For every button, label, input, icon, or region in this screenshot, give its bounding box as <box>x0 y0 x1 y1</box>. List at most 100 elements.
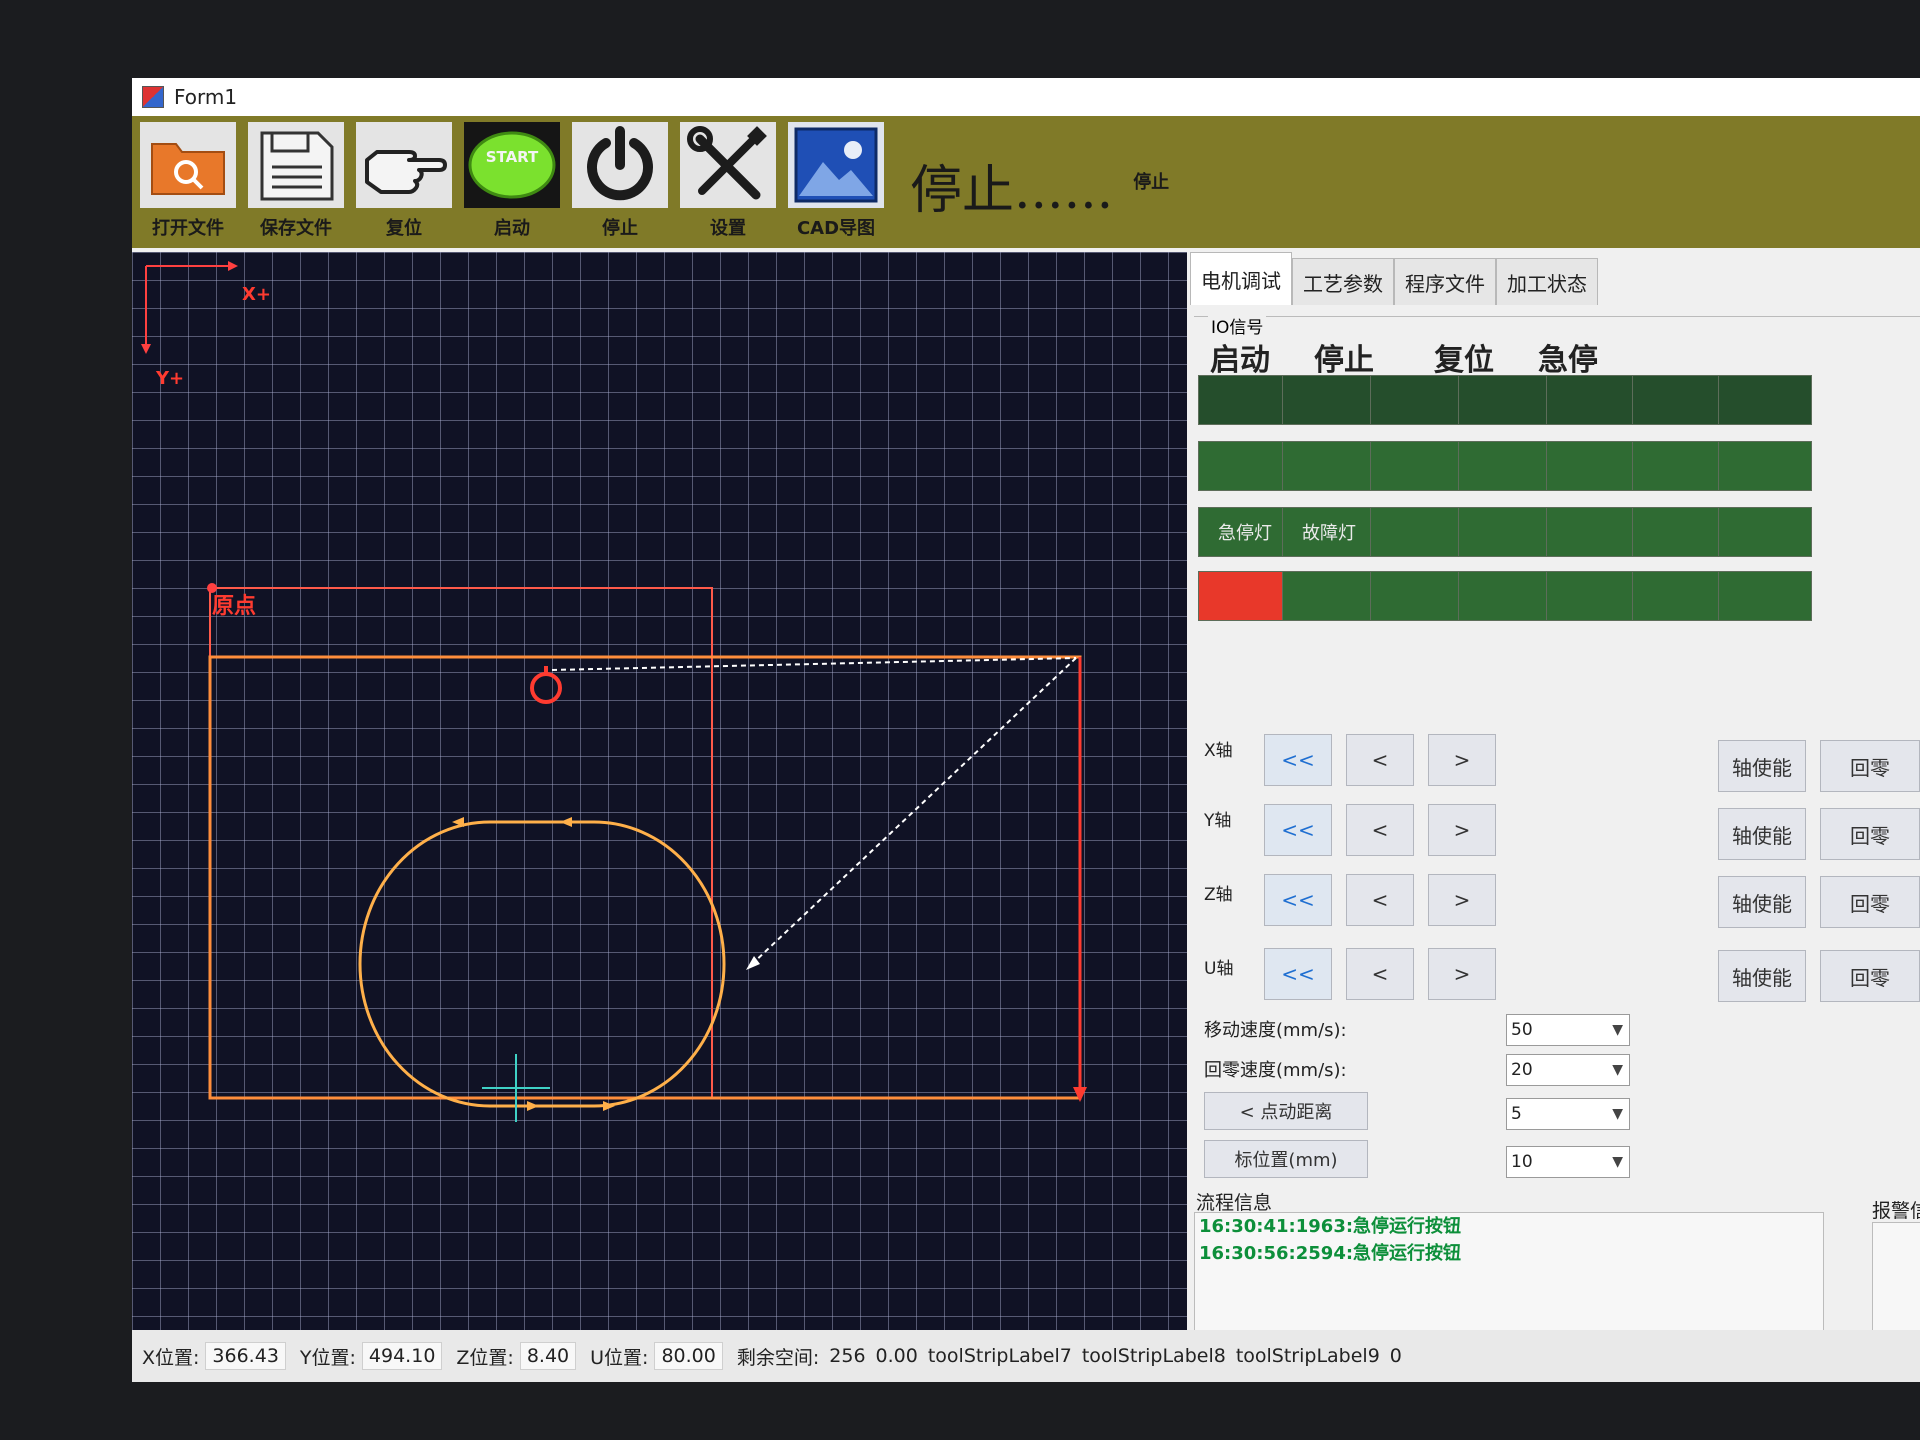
z-axis-jog-left-button[interactable]: < <box>1346 874 1414 926</box>
y-axis-jog-left-button[interactable]: < <box>1346 804 1414 856</box>
settings-label: 设置 <box>710 218 746 239</box>
cad-canvas[interactable]: X+ Y+ 原点 <box>132 252 1187 1330</box>
settings-button[interactable]: 设置 <box>676 116 780 248</box>
u-axis-jog-left-button[interactable]: < <box>1346 948 1414 1000</box>
x-axis-home-button[interactable]: 回零 <box>1820 740 1920 792</box>
io-indicator-alarm <box>1198 571 1292 621</box>
u-axis-home-button[interactable]: 回零 <box>1820 950 1920 1002</box>
cad-import-button[interactable]: CAD导图 <box>784 116 888 248</box>
open-file-button[interactable]: 打开文件 <box>136 116 240 248</box>
reset-button[interactable]: 复位 <box>352 116 456 248</box>
chevron-down-icon: ▼ <box>1612 1106 1623 1122</box>
u-position-value: 80.00 <box>654 1342 723 1370</box>
io-header-stop: 停止 <box>1314 343 1374 378</box>
status-last-value: 0 <box>1389 1345 1402 1367</box>
x-axis-enable-button[interactable]: 轴使能 <box>1718 740 1806 792</box>
flow-info-label: 流程信息 <box>1196 1192 1273 1214</box>
window-title: Form1 <box>174 85 238 109</box>
status-strip: X位置: 366.43 Y位置: 494.10 Z位置: 8.40 U位置: 8… <box>132 1330 1920 1382</box>
jog-distance-button[interactable]: < 点动距离 <box>1204 1092 1368 1130</box>
pointing-hand-icon <box>356 122 452 208</box>
io-indicator <box>1546 507 1640 557</box>
z-axis-jog-right-button[interactable]: > <box>1428 874 1496 926</box>
io-indicator <box>1718 375 1812 425</box>
remaining-space-label: 剩余空间: <box>736 1346 820 1369</box>
alarm-info-label: 报警信息 <box>1872 1200 1920 1222</box>
x-axis-jog-left-button[interactable]: < <box>1346 734 1414 786</box>
io-indicator <box>1718 441 1812 491</box>
y-axis-jog-right-button[interactable]: > <box>1428 804 1496 856</box>
z-axis-row-label: Z轴 <box>1204 885 1233 905</box>
io-indicator <box>1198 441 1292 491</box>
tab-process-params[interactable]: 工艺参数 <box>1292 258 1394 305</box>
start-icon-text: START <box>486 148 539 166</box>
u-axis-fast-back-button[interactable]: << <box>1264 948 1332 1000</box>
toolbar: 打开文件 保存文件 复位 START 启动 停止 设置 CAD导图 停止....… <box>132 116 1920 248</box>
alarm-info-log[interactable] <box>1872 1222 1920 1332</box>
save-file-label: 保存文件 <box>260 218 332 239</box>
io-indicator <box>1458 441 1552 491</box>
z-axis-enable-button[interactable]: 轴使能 <box>1718 876 1806 928</box>
target-position-value: 10 <box>1511 1152 1533 1172</box>
io-header-start: 启动 <box>1210 343 1270 378</box>
io-indicator <box>1458 375 1552 425</box>
target-position-button[interactable]: 标位置(mm) <box>1204 1140 1368 1178</box>
jog-distance-value: 5 <box>1511 1104 1522 1124</box>
flow-info-log[interactable]: 16:30:41:1963:急停运行按钮 16:30:56:2594:急停运行按… <box>1194 1212 1824 1332</box>
home-speed-value: 20 <box>1511 1060 1533 1080</box>
home-speed-select[interactable]: 20 ▼ <box>1506 1054 1630 1086</box>
u-axis-jog-right-button[interactable]: > <box>1428 948 1496 1000</box>
u-axis-enable-button[interactable]: 轴使能 <box>1718 950 1806 1002</box>
status-extra-value: 0.00 <box>875 1345 918 1367</box>
io-indicator <box>1632 375 1726 425</box>
save-file-button[interactable]: 保存文件 <box>244 116 348 248</box>
x-axis-fast-back-button[interactable]: << <box>1264 734 1332 786</box>
y-axis-fast-back-button[interactable]: << <box>1264 804 1332 856</box>
machine-status: 停止...... <box>910 161 1114 221</box>
app-icon <box>142 86 164 108</box>
origin-label: 原点 <box>212 594 257 619</box>
start-point-marker <box>530 672 562 704</box>
move-speed-select[interactable]: 50 ▼ <box>1506 1014 1630 1046</box>
z-axis-home-button[interactable]: 回零 <box>1820 876 1920 928</box>
x-axis-jog-right-button[interactable]: > <box>1428 734 1496 786</box>
io-indicator <box>1718 507 1812 557</box>
tab-program-file[interactable]: 程序文件 <box>1394 258 1496 305</box>
io-indicator <box>1546 441 1640 491</box>
tab-machining-status[interactable]: 加工状态 <box>1496 258 1598 305</box>
stop-label: 停止 <box>602 218 638 239</box>
z-axis-fast-back-button[interactable]: << <box>1264 874 1332 926</box>
y-position-value: 494.10 <box>361 1342 443 1370</box>
start-label: 启动 <box>494 218 530 239</box>
y-axis-label: Y+ <box>156 368 185 389</box>
tools-icon <box>680 122 776 208</box>
target-position-select[interactable]: 10 ▼ <box>1506 1146 1630 1178</box>
image-icon <box>788 122 884 208</box>
y-axis-enable-button[interactable]: 轴使能 <box>1718 808 1806 860</box>
remaining-space-value: 256 <box>829 1345 866 1367</box>
x-axis-row-label: X轴 <box>1204 741 1233 761</box>
io-header-reset: 复位 <box>1434 343 1494 378</box>
toolpath-drawing <box>141 261 1087 1122</box>
stop-button[interactable]: 停止 <box>568 116 672 248</box>
start-button[interactable]: START 启动 <box>460 116 564 248</box>
io-signal-group: IO信号 启动 停止 复位 急停 急停灯 故障灯 <box>1194 313 1920 627</box>
tool-strip-label-9: toolStripLabel9 <box>1235 1345 1380 1367</box>
chevron-down-icon: ▼ <box>1612 1062 1623 1078</box>
io-indicator <box>1458 571 1552 621</box>
io-indicator <box>1282 375 1376 425</box>
y-axis-home-button[interactable]: 回零 <box>1820 808 1920 860</box>
tab-motor-debug[interactable]: 电机调试 <box>1190 252 1292 305</box>
jog-distance-select[interactable]: 5 ▼ <box>1506 1098 1630 1130</box>
x-axis-label: X+ <box>242 284 271 305</box>
log-line: 16:30:56:2594:急停运行按钮 <box>1199 1243 1462 1264</box>
y-position-label: Y位置: <box>299 1346 356 1369</box>
io-indicator <box>1370 507 1464 557</box>
tool-crosshair <box>482 1054 550 1122</box>
io-indicator <box>1282 441 1376 491</box>
tool-strip-label-7: toolStripLabel7 <box>927 1345 1072 1367</box>
io-indicator <box>1370 441 1464 491</box>
x-position-label: X位置: <box>142 1346 200 1369</box>
slot-toolpath <box>358 820 726 1108</box>
move-speed-label: 移动速度(mm/s): <box>1204 1020 1347 1041</box>
